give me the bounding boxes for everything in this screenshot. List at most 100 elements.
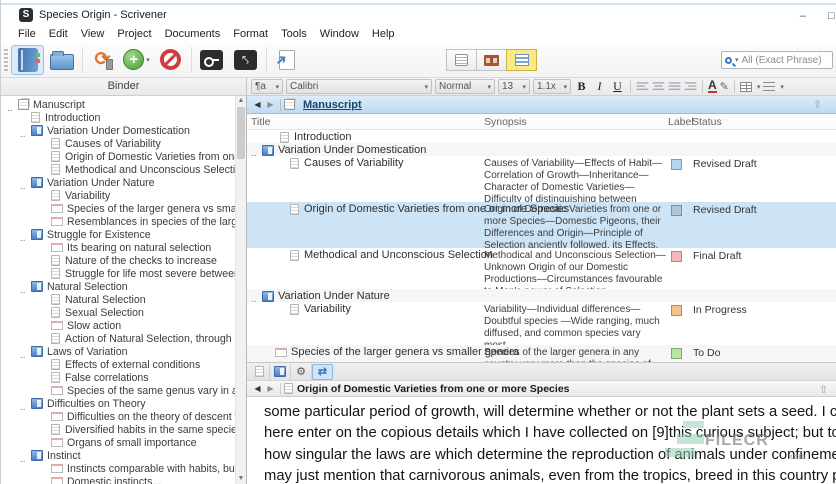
outline-row[interactable]: Species of the larger genera vs smaller … <box>247 345 836 362</box>
corkboard-view-button[interactable] <box>476 49 507 71</box>
document-editor[interactable]: some particular period of growth, will d… <box>247 397 836 484</box>
binder-item[interactable]: Organs of small importance <box>1 436 235 449</box>
column-title[interactable]: Title <box>251 116 270 128</box>
binder-scrollbar[interactable]: ▲ ▼ <box>235 96 246 484</box>
menu-documents[interactable]: Documents <box>165 28 221 40</box>
align-center-button[interactable] <box>652 81 665 92</box>
binder-item[interactable]: Instinct <box>1 449 235 462</box>
binder-item[interactable]: Struggle for Existence <box>1 228 235 241</box>
outline-row[interactable]: Variation Under Nature <box>247 289 836 302</box>
binder-item[interactable]: Natural Selection <box>1 280 235 293</box>
sync-button[interactable]: ⟳ <box>86 45 119 75</box>
outline-row[interactable]: Variability Variability—Individual differ… <box>247 302 836 351</box>
binder-item[interactable]: Struggle for life most severe between in… <box>1 267 235 280</box>
italic-button[interactable]: I <box>592 79 607 94</box>
binder-item[interactable]: Variability <box>1 189 235 202</box>
collections-button[interactable] <box>45 45 78 75</box>
list-button[interactable] <box>763 81 776 92</box>
align-right-button[interactable] <box>684 81 697 92</box>
column-status[interactable]: Status <box>692 116 722 128</box>
document-view-button[interactable] <box>446 49 477 71</box>
add-item-button[interactable]: + ▾ <box>120 45 153 75</box>
style-dropdown[interactable]: Normal ▾ <box>435 79 495 94</box>
back-button[interactable]: ◀ <box>251 100 264 109</box>
table-dropdown-arrow-icon[interactable]: ▾ <box>757 83 761 91</box>
binder-item[interactable]: Variation Under Nature <box>1 176 235 189</box>
menu-view[interactable]: View <box>81 28 105 40</box>
binder-item[interactable]: Instincts comparable with habits, but di… <box>1 462 235 475</box>
font-size-dropdown[interactable]: 13 ▾ <box>498 79 530 94</box>
settings-button[interactable]: ⚙ <box>291 363 312 380</box>
binder-item[interactable]: Laws of Variation <box>1 345 235 358</box>
underline-button[interactable]: U <box>610 79 625 94</box>
document-title[interactable]: Origin of Domestic Varieties from one or… <box>297 383 570 395</box>
outline-row[interactable]: Causes of Variability Causes of Variabili… <box>247 156 836 217</box>
menu-window[interactable]: Window <box>320 28 359 40</box>
menu-format[interactable]: Format <box>233 28 268 40</box>
binder-item[interactable]: Difficulties on Theory <box>1 397 235 410</box>
toolbar-grip[interactable] <box>4 49 8 71</box>
compile-button[interactable] <box>270 45 303 75</box>
scroll-down-arrow-icon[interactable]: ▼ <box>236 474 246 484</box>
header-menu-icon[interactable]: ⇧ <box>813 98 822 111</box>
menu-project[interactable]: Project <box>117 28 151 40</box>
outliner-breadcrumb[interactable]: Manuscript <box>303 99 362 111</box>
binder-item[interactable]: Species of the same genus vary in an ana… <box>1 384 235 397</box>
binder-toggle-button[interactable] <box>11 44 44 75</box>
auto-load-toggle-button[interactable]: ⇄ <box>312 363 333 380</box>
menu-help[interactable]: Help <box>372 28 395 40</box>
outline-row[interactable]: Variation Under Domestication <box>247 143 836 156</box>
binder-item[interactable]: Diversified habits in the same species <box>1 423 235 436</box>
binder-item[interactable]: Natural Selection <box>1 293 235 306</box>
outline-row[interactable]: Methodical and Unconscious Selection Meth… <box>247 248 836 297</box>
highlight-button[interactable]: ✎ <box>720 80 729 93</box>
maximize-button[interactable]: □ <box>828 10 836 22</box>
binder-item[interactable]: Methodical and Unconscious Selection <box>1 163 235 176</box>
binder-item[interactable]: Its bearing on natural selection <box>1 241 235 254</box>
scroll-up-arrow-icon[interactable]: ▲ <box>236 96 246 106</box>
column-synopsis[interactable]: Synopsis <box>484 116 527 128</box>
search-options-arrow-icon[interactable]: ▾ <box>735 56 739 64</box>
forward-button[interactable]: ▶ <box>264 384 277 393</box>
column-label[interactable]: Label <box>668 116 694 128</box>
list-dropdown-arrow-icon[interactable]: ▾ <box>780 83 784 91</box>
fullscreen-button[interactable]: ⤣ <box>229 45 262 75</box>
binder-item[interactable]: Manuscript <box>1 98 235 111</box>
align-left-button[interactable] <box>636 81 649 92</box>
outline-row[interactable]: Introduction <box>247 130 836 143</box>
binder-item[interactable]: Effects of external conditions <box>1 358 235 371</box>
line-spacing-dropdown[interactable]: 1.1x ▾ <box>533 79 571 94</box>
binder-item[interactable]: Resemblances in species of the larger ge… <box>1 215 235 228</box>
binder-item[interactable]: Slow action <box>1 319 235 332</box>
binder-item[interactable]: Difficulties on the theory of descent wi… <box>1 410 235 423</box>
binder-item[interactable]: Sexual Selection <box>1 306 235 319</box>
scrollbar-thumb[interactable] <box>237 107 245 159</box>
compose-mode-button[interactable] <box>195 45 228 75</box>
menu-edit[interactable]: Edit <box>49 28 68 40</box>
preset-dropdown[interactable]: ¶a ▾ <box>251 79 283 94</box>
project-search-box[interactable]: ▾ All (Exact Phrase) <box>721 51 833 69</box>
font-dropdown[interactable]: Calibri ▾ <box>286 79 432 94</box>
binder-item[interactable]: Action of Natural Selection, through Div… <box>1 332 235 345</box>
minimize-button[interactable]: – <box>800 10 806 22</box>
binder-item[interactable]: Variation Under Domestication <box>1 124 235 137</box>
binder-item[interactable]: Introduction <box>1 111 235 124</box>
add-folder-button[interactable] <box>270 363 291 380</box>
outline-row-selected[interactable]: Origin of Domestic Varieties from one or… <box>247 202 836 251</box>
binder-item[interactable]: Species of the larger genera vs smaller … <box>1 202 235 215</box>
move-to-trash-button[interactable] <box>154 45 187 75</box>
menu-tools[interactable]: Tools <box>281 28 307 40</box>
add-dropdown-arrow-icon[interactable]: ▾ <box>146 56 150 64</box>
header-menu-icon[interactable]: ⇧ <box>819 383 828 396</box>
text-color-button[interactable]: A <box>708 79 717 93</box>
bold-button[interactable]: B <box>574 79 589 94</box>
back-button[interactable]: ◀ <box>251 384 264 393</box>
table-button[interactable] <box>739 81 752 92</box>
menu-file[interactable]: File <box>18 28 36 40</box>
binder-item[interactable]: Origin of Domestic Varieties from one or… <box>1 150 235 163</box>
forward-button[interactable]: ▶ <box>264 100 277 109</box>
align-justify-button[interactable] <box>668 81 681 92</box>
binder-item[interactable]: Nature of the checks to increase <box>1 254 235 267</box>
outliner-view-button[interactable] <box>506 49 537 71</box>
add-document-button[interactable] <box>249 363 270 380</box>
